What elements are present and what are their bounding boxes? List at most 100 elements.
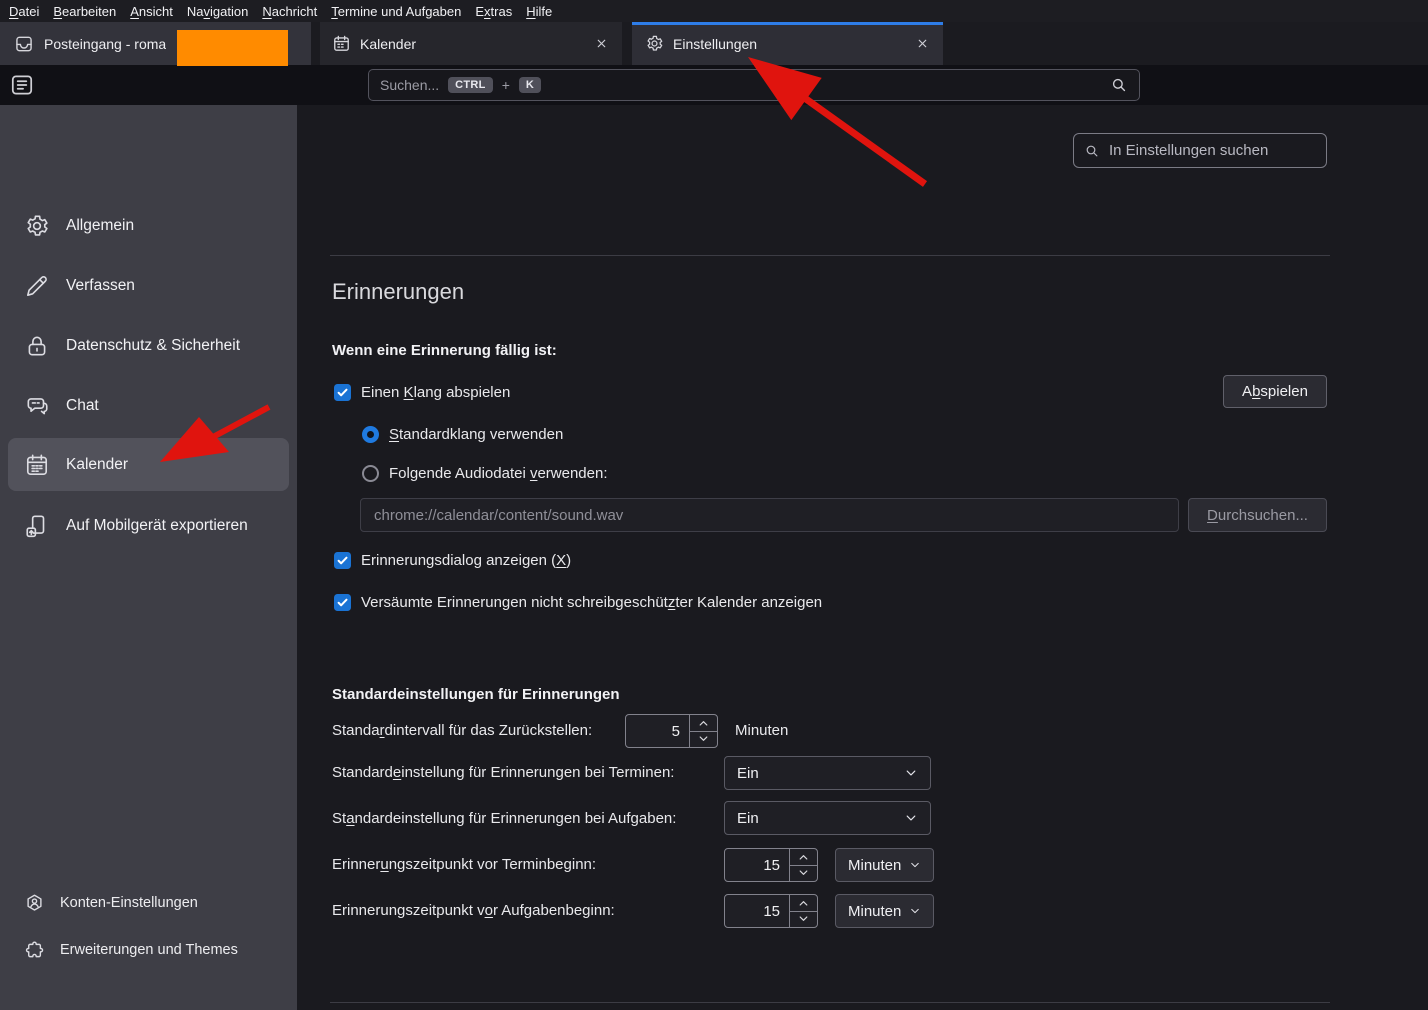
gear-icon xyxy=(645,34,664,53)
event-default-label: Standardeinstellung für Erinnerungen bei… xyxy=(332,764,674,781)
tab-mail-label: Posteingang - roma xyxy=(44,36,166,52)
tab-calendar[interactable]: Kalender xyxy=(320,22,622,65)
task-default-value: Ein xyxy=(737,810,759,827)
lock-icon xyxy=(24,333,50,359)
sidebar-item-label: Allgemein xyxy=(66,217,134,235)
tab-settings-label: Einstellungen xyxy=(673,36,757,52)
calendar-icon xyxy=(24,452,50,478)
gear-icon xyxy=(24,213,50,239)
chat-bubbles-icon xyxy=(24,393,50,419)
redaction-box xyxy=(177,30,288,66)
chevron-down-icon xyxy=(909,859,921,871)
sound-path-input[interactable]: chrome://calendar/content/sound.wav xyxy=(360,498,1179,532)
event-time-spinner[interactable]: 15 xyxy=(724,848,818,882)
play-button[interactable]: Abspielen xyxy=(1223,375,1327,408)
sidebar-item-label: Auf Mobilgerät exportieren xyxy=(66,517,248,535)
event-time-label: Erinnerungszeitpunkt vor Terminbeginn: xyxy=(332,856,596,873)
spinner-down-icon[interactable] xyxy=(790,865,817,882)
pencil-icon xyxy=(24,273,50,299)
show-dialog-label: Erinnerungsdialog anzeigen (X) xyxy=(361,552,571,569)
search-icon[interactable] xyxy=(1110,76,1128,94)
page-title: Erinnerungen xyxy=(332,279,464,305)
browse-button[interactable]: Durchsuchen... xyxy=(1188,498,1327,532)
missed-reminders-label: Versäumte Erinnerungen nicht schreibgesc… xyxy=(361,594,822,611)
spinner-down-icon[interactable] xyxy=(790,911,817,928)
play-sound-label: Einen Klang abspielen xyxy=(361,384,510,401)
chevron-down-icon xyxy=(904,766,918,780)
spinner-up-icon[interactable] xyxy=(790,895,817,911)
menu-ansicht[interactable]: Ansicht xyxy=(130,4,173,19)
settings-sidebar: Allgemein Verfassen Datenschutz & Sicher… xyxy=(0,105,297,1010)
snooze-label: Standardintervall für das Zurückstellen: xyxy=(332,722,592,739)
audio-file-radio[interactable] xyxy=(362,465,379,482)
defaults-heading: Standardeinstellungen für Erinnerungen xyxy=(332,686,620,703)
missed-reminders-row: Versäumte Erinnerungen nicht schreibgesc… xyxy=(334,592,822,612)
event-time-value: 15 xyxy=(725,849,789,881)
snooze-value: 5 xyxy=(626,715,689,747)
global-search-placeholder: Suchen... xyxy=(380,77,439,93)
global-search-input[interactable]: Suchen... CTRL + K xyxy=(368,69,1140,101)
sidebar-item-konten-einstellungen[interactable]: Konten-Einstellungen xyxy=(8,880,289,926)
chevron-down-icon xyxy=(909,905,921,917)
event-time-unit: Minuten xyxy=(848,857,901,874)
search-icon xyxy=(1084,143,1100,159)
event-time-unit-dropdown[interactable]: Minuten xyxy=(835,848,934,882)
when-due-heading: Wenn eine Erinnerung fällig ist: xyxy=(332,342,557,359)
menu-datei[interactable]: Datei xyxy=(9,4,39,19)
menu-hilfe[interactable]: Hilfe xyxy=(526,4,552,19)
show-dialog-row: Erinnerungsdialog anzeigen (X) xyxy=(334,550,571,570)
menu-navigation[interactable]: Navigation xyxy=(187,4,248,19)
task-time-unit: Minuten xyxy=(848,903,901,920)
menu-termine-und-aufgaben[interactable]: Termine und Aufgaben xyxy=(331,4,461,19)
task-time-spinner[interactable]: 15 xyxy=(724,894,818,928)
menubar: Datei Bearbeiten Ansicht Navigation Nach… xyxy=(0,0,1428,22)
sidebar-item-kalender[interactable]: Kalender xyxy=(8,438,289,491)
sidebar-item-chat[interactable]: Chat xyxy=(8,379,289,432)
spinner-up-icon[interactable] xyxy=(790,849,817,865)
sound-path-value: chrome://calendar/content/sound.wav xyxy=(374,507,623,524)
menu-nachricht[interactable]: Nachricht xyxy=(262,4,317,19)
chevron-down-icon xyxy=(904,811,918,825)
tab-settings-close-icon[interactable] xyxy=(911,32,934,55)
account-badge-icon xyxy=(24,893,45,914)
sidebar-item-label: Datenschutz & Sicherheit xyxy=(66,337,240,355)
phone-export-icon xyxy=(24,513,50,539)
spinner-up-icon[interactable] xyxy=(690,715,717,731)
sidebar-item-label: Erweiterungen und Themes xyxy=(60,942,238,958)
sidebar-item-mobilgeraet-export[interactable]: Auf Mobilgerät exportieren xyxy=(8,499,289,552)
tab-calendar-label: Kalender xyxy=(360,36,416,52)
event-default-dropdown[interactable]: Ein xyxy=(724,756,931,790)
task-time-value: 15 xyxy=(725,895,789,927)
missed-reminders-checkbox[interactable] xyxy=(334,594,351,611)
kbd-k: K xyxy=(519,77,541,93)
sidebar-item-erweiterungen-themes[interactable]: Erweiterungen und Themes xyxy=(8,927,289,973)
audio-file-label: Folgende Audiodatei verwenden: xyxy=(389,465,608,482)
play-sound-checkbox[interactable] xyxy=(334,384,351,401)
tab-calendar-close-icon[interactable] xyxy=(590,32,613,55)
section-divider-bottom xyxy=(330,1002,1330,1003)
sidebar-item-verfassen[interactable]: Verfassen xyxy=(8,259,289,312)
event-default-value: Ein xyxy=(737,765,759,782)
menu-bearbeiten[interactable]: Bearbeiten xyxy=(53,4,116,19)
calendar-icon xyxy=(332,34,351,53)
settings-search-input[interactable]: In Einstellungen suchen xyxy=(1073,133,1327,168)
task-default-dropdown[interactable]: Ein xyxy=(724,801,931,835)
puzzle-icon xyxy=(24,940,45,961)
task-time-unit-dropdown[interactable]: Minuten xyxy=(835,894,934,928)
menu-extras[interactable]: Extras xyxy=(475,4,512,19)
spaces-toolbar-icon[interactable] xyxy=(9,72,35,98)
spinner-down-icon[interactable] xyxy=(690,731,717,748)
tab-settings[interactable]: Einstellungen xyxy=(632,22,943,65)
default-sound-row: Standardklang verwenden xyxy=(362,424,563,444)
audio-file-row: Folgende Audiodatei verwenden: xyxy=(362,463,608,483)
sidebar-item-datenschutz[interactable]: Datenschutz & Sicherheit xyxy=(8,319,289,372)
sidebar-item-label: Kalender xyxy=(66,456,128,474)
sidebar-item-allgemein[interactable]: Allgemein xyxy=(8,199,289,252)
snooze-spinner[interactable]: 5 xyxy=(625,714,718,748)
default-sound-radio[interactable] xyxy=(362,426,379,443)
task-default-label: Standardeinstellung für Erinnerungen bei… xyxy=(332,810,676,827)
inbox-icon xyxy=(14,34,34,54)
show-dialog-checkbox[interactable] xyxy=(334,552,351,569)
sidebar-item-label: Verfassen xyxy=(66,277,135,295)
settings-search-placeholder: In Einstellungen suchen xyxy=(1109,142,1268,159)
